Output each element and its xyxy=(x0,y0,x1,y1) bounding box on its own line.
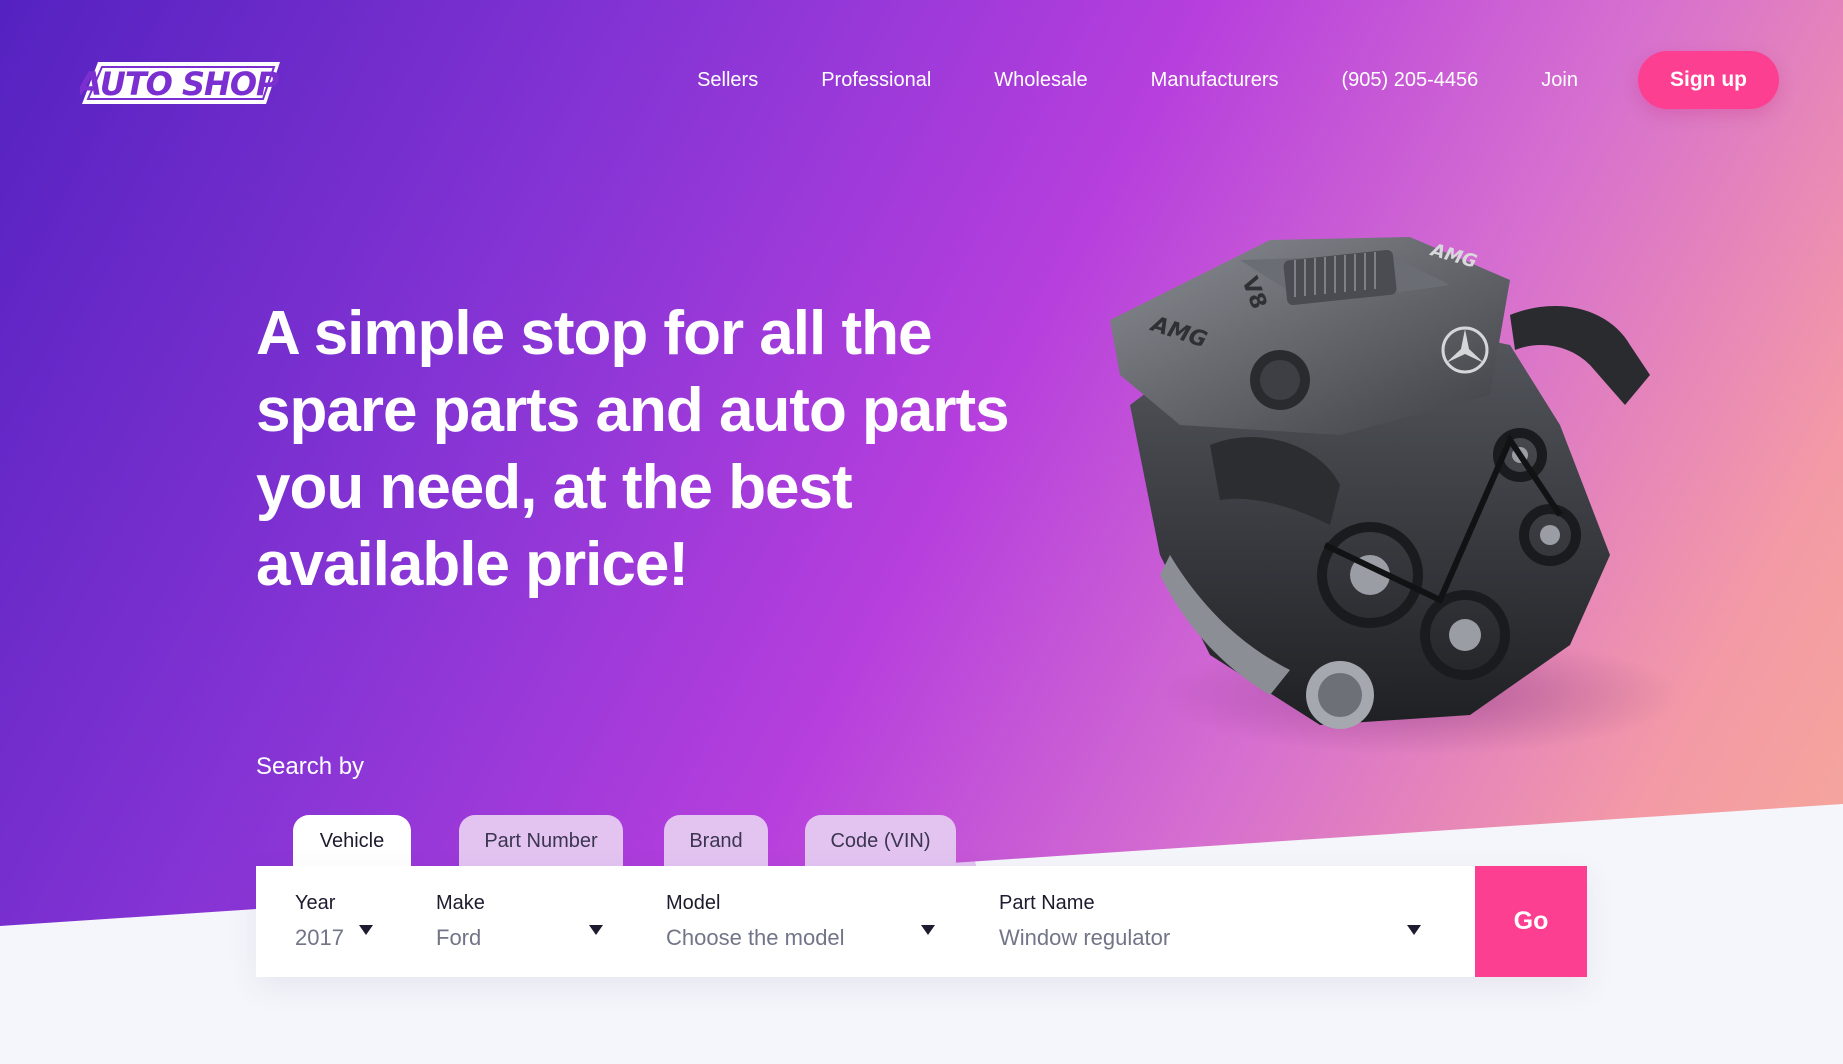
go-button[interactable]: Go xyxy=(1475,866,1587,977)
nav-manufacturers[interactable]: Manufacturers xyxy=(1151,69,1279,92)
engine-image: AMG V8 AMG xyxy=(1090,225,1730,765)
headline-line-2: spare parts and auto parts xyxy=(256,376,1010,445)
nav-phone[interactable]: (905) 205-4456 xyxy=(1342,69,1479,92)
tab-part-number[interactable]: Part Number xyxy=(459,815,623,867)
make-select[interactable]: Make Ford xyxy=(436,892,485,951)
tab-code-vin[interactable]: Code (VIN) xyxy=(805,815,956,867)
year-value: 2017 xyxy=(295,925,344,950)
part-name-value: Window regulator xyxy=(999,925,1171,950)
year-select[interactable]: Year 2017 xyxy=(295,892,344,951)
hero-headline: A simple stop for all the spare parts an… xyxy=(256,295,1056,603)
tab-brand[interactable]: Brand xyxy=(664,815,768,867)
model-label: Model xyxy=(666,892,721,914)
search-by-label: Search by xyxy=(256,753,365,780)
nav-professional[interactable]: Professional xyxy=(821,69,931,92)
model-select[interactable]: Model Choose the model xyxy=(666,892,845,951)
headline-line-4: available price! xyxy=(256,530,689,599)
nav-sellers[interactable]: Sellers xyxy=(697,69,758,92)
model-chevron-down-icon[interactable] xyxy=(921,925,935,935)
logo-mark: AUTO SHOP xyxy=(75,62,281,104)
headline-line-3: you need, at the best xyxy=(256,453,853,522)
make-label: Make xyxy=(436,892,485,914)
nav-wholesale[interactable]: Wholesale xyxy=(994,69,1087,92)
tab-vehicle[interactable]: Vehicle xyxy=(293,815,411,867)
top-nav: Sellers Professional Wholesale Manufactu… xyxy=(697,51,1779,109)
model-value: Choose the model xyxy=(666,925,845,950)
year-chevron-down-icon[interactable] xyxy=(359,925,373,935)
autoshop-logo[interactable]: AUTO SHOP xyxy=(75,58,282,110)
vehicle-search-form: Year 2017 Make Ford Model Choose the mod… xyxy=(256,866,1587,977)
signup-button[interactable]: Sign up xyxy=(1638,51,1779,109)
headline-line-1: A simple stop for all the xyxy=(256,299,932,368)
make-chevron-down-icon[interactable] xyxy=(589,925,603,935)
nav-join[interactable]: Join xyxy=(1541,69,1578,92)
part-name-select[interactable]: Part Name Window regulator xyxy=(999,892,1170,951)
part-name-chevron-down-icon[interactable] xyxy=(1407,925,1421,935)
year-label: Year xyxy=(295,892,336,914)
svg-text:AUTO SHOP: AUTO SHOP xyxy=(80,65,280,103)
make-value: Ford xyxy=(436,925,482,950)
part-name-label: Part Name xyxy=(999,892,1095,914)
